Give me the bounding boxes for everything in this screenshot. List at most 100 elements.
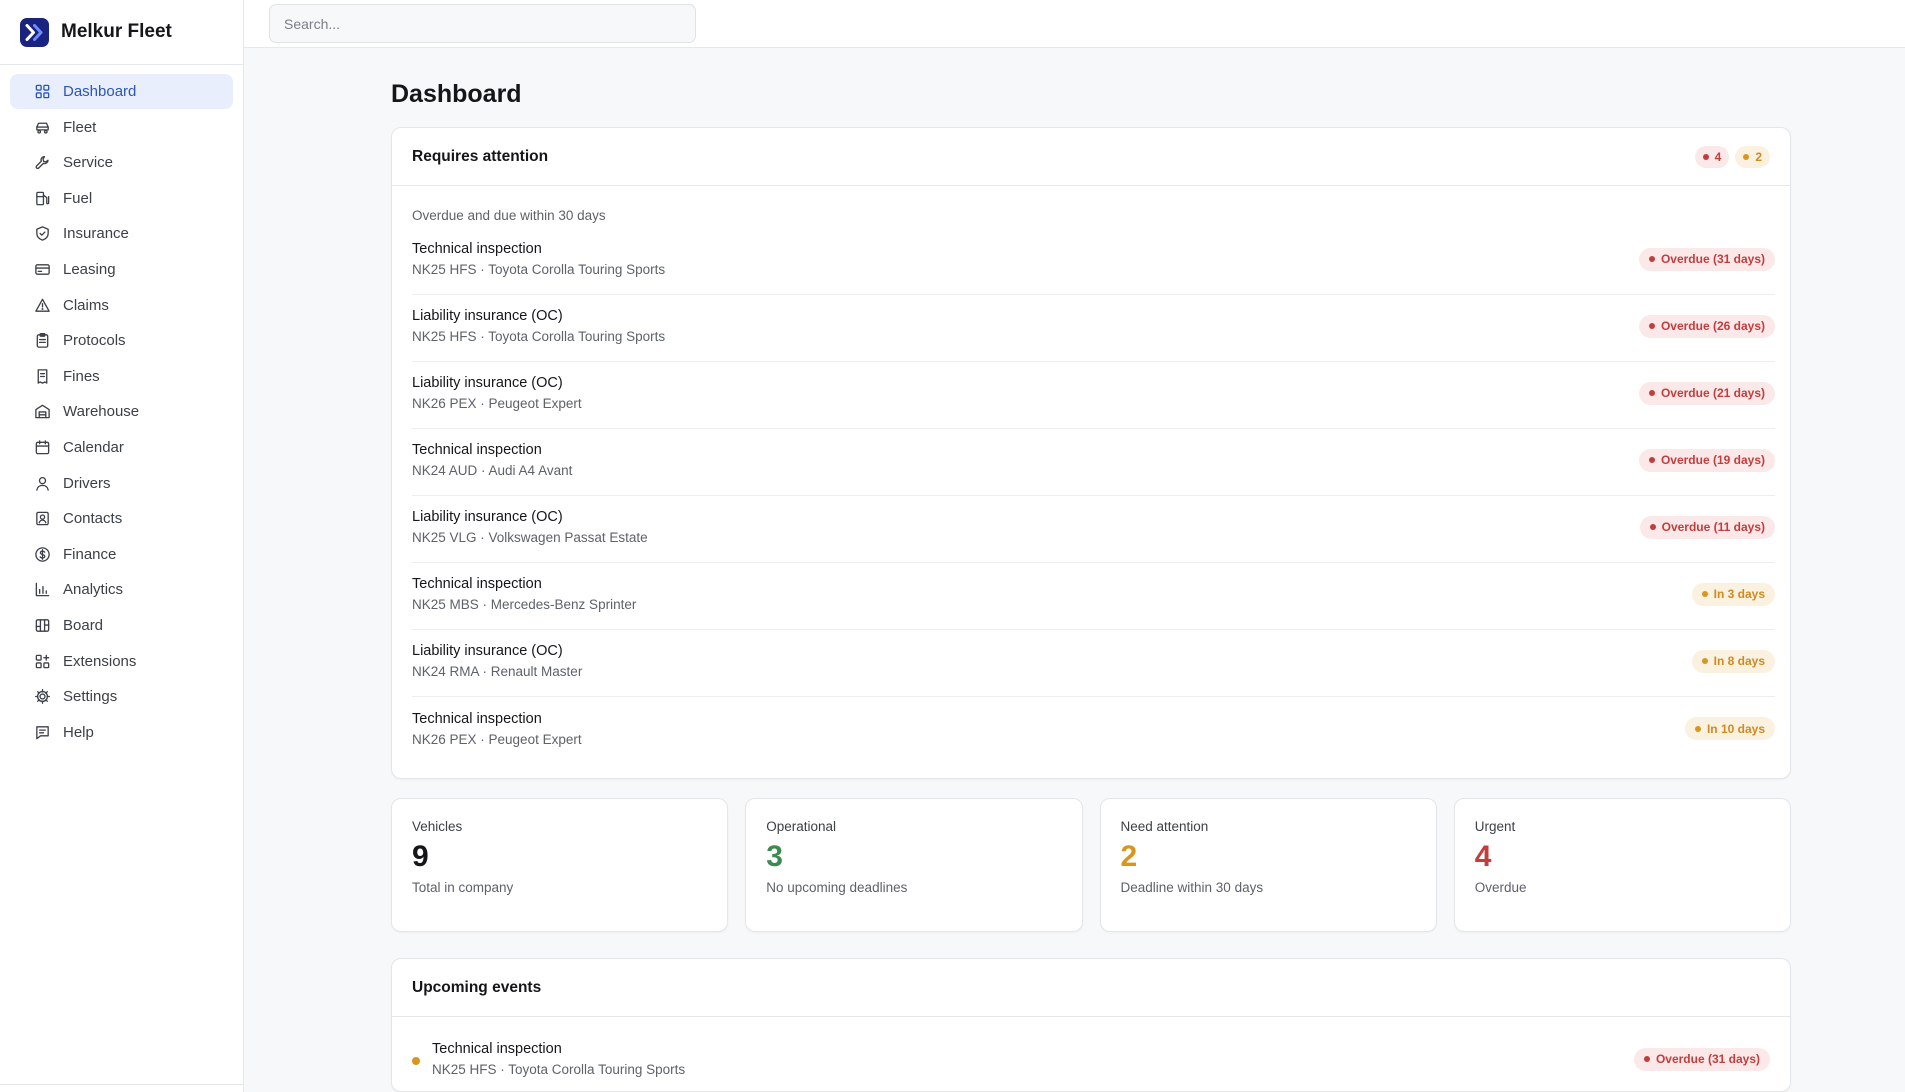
attention-item[interactable]: Liability insurance (OC) NK25 VLG · Volks… [412,496,1775,563]
status-text: In 8 days [1713,654,1765,668]
sidebar-item-settings[interactable]: Settings [10,679,233,714]
brand-logo-icon [20,17,49,47]
stat-description: Total in company [412,880,514,895]
upcoming-events-header: Upcoming events [392,959,1790,1017]
stat-card-need-attention[interactable]: Need attention 2 Deadline within 30 days [1099,798,1437,932]
status-dot-icon [1694,725,1701,732]
status-text: In 10 days [1706,721,1765,736]
grid-icon [35,84,50,99]
status-text: Overdue (19 days) [1660,453,1765,467]
stat-label: Need attention [1120,819,1209,834]
status-text: Overdue (21 days) [1660,386,1765,400]
attention-item[interactable]: Liability insurance (OC) NK24 RMA · Renau… [412,630,1775,697]
attention-item[interactable]: Liability insurance (OC) NK26 PEX · Peuge… [412,362,1775,429]
attention-item-text: Technical inspection NK25 MBS · Mercedes-… [412,576,636,616]
status-dot-icon [1649,524,1656,530]
sidebar-item-fines[interactable]: Fines [10,359,233,394]
attention-item[interactable]: Technical inspection NK25 HFS · Toyota Co… [412,228,1775,295]
status-dot-icon [1648,457,1655,463]
stat-label: Urgent [1474,819,1516,834]
sidebar-item-label: Fines [63,367,100,385]
attention-item-vehicle: NK24 RMA · Renault Master [412,664,583,679]
stat-card-urgent[interactable]: Urgent 4 Overdue [1453,798,1791,932]
fuel-pump-icon [36,191,50,206]
stat-value: 3 [766,840,783,873]
sidebar-item-analytics[interactable]: Analytics [10,572,233,607]
sidebar-item-label: Extensions [63,652,137,670]
attention-item[interactable]: Technical inspection NK26 PEX · Peugeot E… [412,697,1775,764]
status-dot-icon [1648,390,1655,396]
sidebar-item-contacts[interactable]: Contacts [10,501,233,536]
sidebar-item-insurance[interactable]: Insurance [10,216,233,251]
sidebar-item-board[interactable]: Board [10,608,233,643]
sidebar-item-warehouse[interactable]: Warehouse [10,394,233,429]
status-dot-icon [1643,1056,1650,1062]
attention-item-title: Technical inspection [412,241,542,257]
stats-row: Vehicles 9 Total in company Operational 3 No … [391,798,1791,932]
user-icon [36,476,49,491]
stat-value: 9 [412,840,429,873]
attention-count-badges: 4 2 [1694,145,1770,168]
status-dot-icon [1701,658,1708,664]
status-badge: In 3 days [1691,582,1775,606]
due-soon-count-badge: 2 [1735,145,1770,168]
sidebar-item-label: Warehouse [63,403,140,421]
status-text: Overdue (26 days) [1660,319,1765,333]
attention-list: Technical inspection NK25 HFS · Toyota Co… [412,228,1775,764]
event-item-text: Technical inspection NK25 HFS · Toyota Co… [432,1041,685,1081]
upcoming-events-title: Upcoming events [412,978,542,996]
main-area: Dashboard Requires attention 4 2 Overdue… [244,0,1905,1092]
attention-item[interactable]: Technical inspection NK24 AUD · Audi A4 A… [412,429,1775,496]
sidebar-item-label: Insurance [63,225,129,243]
attention-item-text: Liability insurance (OC) NK25 VLG · Volks… [412,509,648,549]
sidebar-item-label: Dashboard [63,83,137,100]
upcoming-events-card: Upcoming events Technical inspection NK25… [391,958,1791,1092]
stat-value: 4 [1474,840,1492,873]
contact-card-icon [36,511,49,526]
sidebar-item-calendar[interactable]: Calendar [10,430,233,465]
brand[interactable]: Melkur Fleet [0,0,243,65]
sidebar-item-help[interactable]: Help [10,715,233,750]
attention-item-title: Technical inspection [412,710,542,727]
attention-item-text: Liability insurance (OC) NK25 HFS · Toyot… [412,308,665,348]
sidebar-item-drivers[interactable]: Drivers [10,466,233,501]
requires-attention-card: Requires attention 4 2 Overdue and due w… [391,127,1791,779]
sidebar-item-fleet[interactable]: Fleet [10,110,233,145]
status-badge: Overdue (31 days) [1638,247,1775,271]
attention-item-title: Liability insurance (OC) [412,643,563,659]
attention-item[interactable]: Technical inspection NK25 MBS · Mercedes-… [412,563,1775,630]
stat-card-operational[interactable]: Operational 3 No upcoming deadlines [745,798,1083,932]
receipt-icon [37,368,48,384]
sidebar-item-label: Board [63,616,104,634]
sidebar-item-service[interactable]: Service [10,145,233,180]
stat-description: No upcoming deadlines [766,880,908,895]
sidebar-item-label: Finance [63,545,117,563]
sidebar-item-claims[interactable]: Claims [10,288,233,323]
clipboard-icon [36,333,49,348]
car-icon [36,122,49,134]
wrench-icon [35,156,49,170]
sidebar-item-dashboard[interactable]: Dashboard [10,74,233,109]
status-badge: Overdue (21 days) [1638,381,1775,405]
stat-value: 2 [1120,840,1138,873]
attention-item-vehicle: NK25 HFS · Toyota Corolla Touring Sports [412,329,666,344]
sidebar-item-leasing[interactable]: Leasing [10,252,233,287]
sidebar-item-protocols[interactable]: Protocols [10,323,233,358]
sidebar-item-label: Fuel [63,189,93,207]
sidebar-item-label: Settings [63,688,118,706]
stat-card-vehicles[interactable]: Vehicles 9 Total in company [391,798,729,932]
search-input[interactable] [269,4,696,43]
sidebar-item-label: Contacts [63,510,123,528]
attention-item-title: Liability insurance (OC) [412,509,563,525]
status-badge: In 10 days [1684,717,1775,740]
attention-item-vehicle: NK26 PEX · Peugeot Expert [412,396,582,411]
event-item[interactable]: Technical inspection NK25 HFS · Toyota Co… [412,1031,1770,1091]
status-dot-icon [1648,323,1655,329]
stat-label: Vehicles [412,819,463,834]
attention-item-vehicle: NK25 MBS · Mercedes-Benz Sprinter [412,597,637,612]
attention-item[interactable]: Liability insurance (OC) NK25 HFS · Toyot… [412,295,1775,362]
stat-description: Deadline within 30 days [1120,880,1264,895]
sidebar-item-finance[interactable]: Finance [10,537,233,572]
sidebar-item-fuel[interactable]: Fuel [10,181,233,216]
sidebar-item-extensions[interactable]: Extensions [10,644,233,679]
